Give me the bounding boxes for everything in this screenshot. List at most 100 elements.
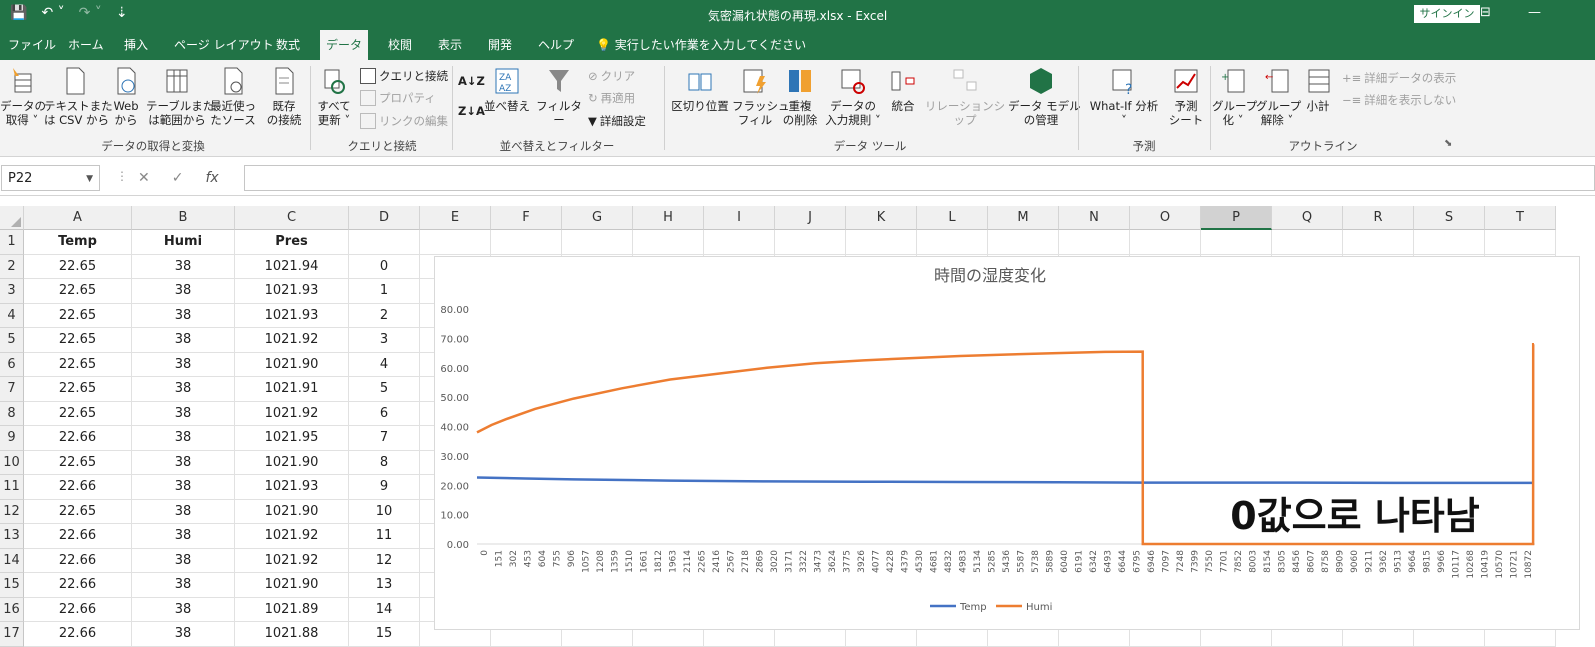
header-cell[interactable]: Pres [235, 230, 349, 255]
sort-ascending-button[interactable]: A↓Z [458, 74, 485, 88]
data-cell[interactable]: 38 [132, 548, 235, 573]
manage-data-model-button[interactable]: データ モデル の管理 [1008, 66, 1081, 127]
row-header-6[interactable]: 6 [0, 352, 24, 377]
data-cell[interactable]: 1021.90 [235, 450, 349, 475]
data-cell[interactable]: 38 [132, 426, 235, 451]
data-cell[interactable]: 14 [349, 597, 420, 622]
data-cell[interactable]: 6 [349, 401, 420, 426]
data-cell[interactable]: 1 [349, 279, 420, 304]
data-cell[interactable]: 12 [349, 548, 420, 573]
select-all-corner[interactable] [0, 206, 24, 230]
insert-function-icon[interactable]: fx [205, 170, 218, 186]
text-to-columns-button[interactable]: 区切り位置 [670, 66, 730, 113]
sort-descending-button[interactable]: Z↓A [458, 104, 485, 118]
filter-button[interactable]: フィルター [534, 66, 584, 127]
data-cell[interactable]: 11 [349, 524, 420, 549]
data-cell[interactable]: 22.66 [24, 597, 132, 622]
empty-cell[interactable] [1485, 230, 1556, 255]
empty-cell[interactable] [420, 230, 491, 255]
data-cell[interactable]: 38 [132, 524, 235, 549]
column-header-h[interactable]: H [633, 206, 704, 230]
empty-cell[interactable] [562, 230, 633, 255]
data-cell[interactable]: 22.65 [24, 303, 132, 328]
from-table-button[interactable]: テーブルまた は範囲から [146, 66, 214, 127]
column-header-t[interactable]: T [1485, 206, 1556, 230]
data-cell[interactable]: 0 [349, 254, 420, 279]
column-header-n[interactable]: N [1059, 206, 1130, 230]
data-cell[interactable]: 15 [349, 622, 420, 647]
sort-button[interactable]: ZA AZ 並べ替え [482, 66, 532, 113]
relationships-button[interactable]: リレーションシップ [922, 66, 1008, 127]
row-header-2[interactable]: 2 [0, 254, 24, 279]
from-text-csv-button[interactable]: テキストまた は CSV から [44, 66, 113, 127]
data-cell[interactable]: 22.65 [24, 279, 132, 304]
subtotal-button[interactable]: 小計 [1300, 66, 1336, 113]
row-header-8[interactable]: 8 [0, 401, 24, 426]
empty-cell[interactable] [633, 230, 704, 255]
data-cell[interactable]: 13 [349, 573, 420, 598]
data-cell[interactable]: 22.66 [24, 426, 132, 451]
column-header-m[interactable]: M [988, 206, 1059, 230]
column-header-s[interactable]: S [1414, 206, 1485, 230]
data-cell[interactable]: 22.65 [24, 401, 132, 426]
header-cell[interactable]: Temp [24, 230, 132, 255]
minimize-icon[interactable]: — [1528, 5, 1541, 20]
column-header-g[interactable]: G [562, 206, 633, 230]
tab-review[interactable]: 校閲 [382, 30, 418, 60]
column-header-o[interactable]: O [1130, 206, 1201, 230]
reapply-button[interactable]: ↻ 再適用 [588, 90, 635, 106]
row-header-15[interactable]: 15 [0, 573, 24, 598]
edit-links-button[interactable]: リンクの編集 [360, 113, 448, 129]
column-header-i[interactable]: I [704, 206, 775, 230]
properties-button[interactable]: プロパティ [360, 90, 436, 106]
empty-cell[interactable] [1059, 230, 1130, 255]
forecast-sheet-button[interactable]: 予測 シート [1166, 66, 1206, 127]
what-if-analysis-button[interactable]: ? What-If 分析 ˅ [1084, 66, 1164, 127]
row-header-5[interactable]: 5 [0, 328, 24, 353]
empty-cell[interactable] [846, 230, 917, 255]
row-header-7[interactable]: 7 [0, 377, 24, 402]
column-header-r[interactable]: R [1343, 206, 1414, 230]
group-button[interactable]: + グループ 化 ˅ [1212, 66, 1257, 127]
data-cell[interactable]: 22.65 [24, 499, 132, 524]
column-header-e[interactable]: E [420, 206, 491, 230]
signin-button[interactable]: サインイン [1414, 5, 1480, 23]
confirm-icon[interactable]: ✓ [172, 170, 184, 186]
from-web-button[interactable]: Web から [108, 66, 144, 127]
flash-fill-button[interactable]: フラッシュ フィル [732, 66, 790, 127]
data-cell[interactable]: 5 [349, 377, 420, 402]
name-box[interactable]: P22 ▼ [1, 165, 100, 191]
column-header-j[interactable]: J [775, 206, 846, 230]
empty-cell[interactable] [1414, 230, 1485, 255]
data-cell[interactable]: 38 [132, 328, 235, 353]
data-cell[interactable]: 22.66 [24, 622, 132, 647]
data-cell[interactable]: 1021.93 [235, 303, 349, 328]
column-header-b[interactable]: B [132, 206, 235, 230]
line-chart[interactable]: 時間の湿度変化 0.00 10.00 20.00 30.00 40.00 50.00 60.0… [434, 256, 1580, 630]
data-cell[interactable]: 1021.89 [235, 597, 349, 622]
data-cell[interactable]: 22.66 [24, 548, 132, 573]
data-cell[interactable]: 1021.93 [235, 475, 349, 500]
data-cell[interactable]: 38 [132, 450, 235, 475]
column-header-f[interactable]: F [491, 206, 562, 230]
data-cell[interactable]: 8 [349, 450, 420, 475]
column-header-d[interactable]: D [349, 206, 420, 230]
hide-detail-button[interactable]: −≡ 詳細を表示しない [1342, 92, 1456, 108]
data-cell[interactable]: 38 [132, 303, 235, 328]
data-cell[interactable]: 38 [132, 573, 235, 598]
data-cell[interactable]: 1021.92 [235, 548, 349, 573]
data-cell[interactable]: 1021.92 [235, 401, 349, 426]
recent-sources-button[interactable]: 最近使っ たソース [208, 66, 258, 127]
data-cell[interactable]: 7 [349, 426, 420, 451]
tab-developer[interactable]: 開発 [482, 30, 518, 60]
row-header-11[interactable]: 11 [0, 475, 24, 500]
clear-filter-button[interactable]: ⊘ クリア [588, 68, 635, 84]
refresh-all-button[interactable]: すべて 更新 ˅ [314, 66, 354, 127]
data-cell[interactable]: 1021.90 [235, 573, 349, 598]
row-header-3[interactable]: 3 [0, 279, 24, 304]
header-cell[interactable] [349, 230, 420, 255]
data-cell[interactable]: 1021.92 [235, 328, 349, 353]
tab-help[interactable]: ヘルプ [532, 30, 580, 60]
data-cell[interactable]: 38 [132, 622, 235, 647]
data-cell[interactable]: 1021.90 [235, 352, 349, 377]
